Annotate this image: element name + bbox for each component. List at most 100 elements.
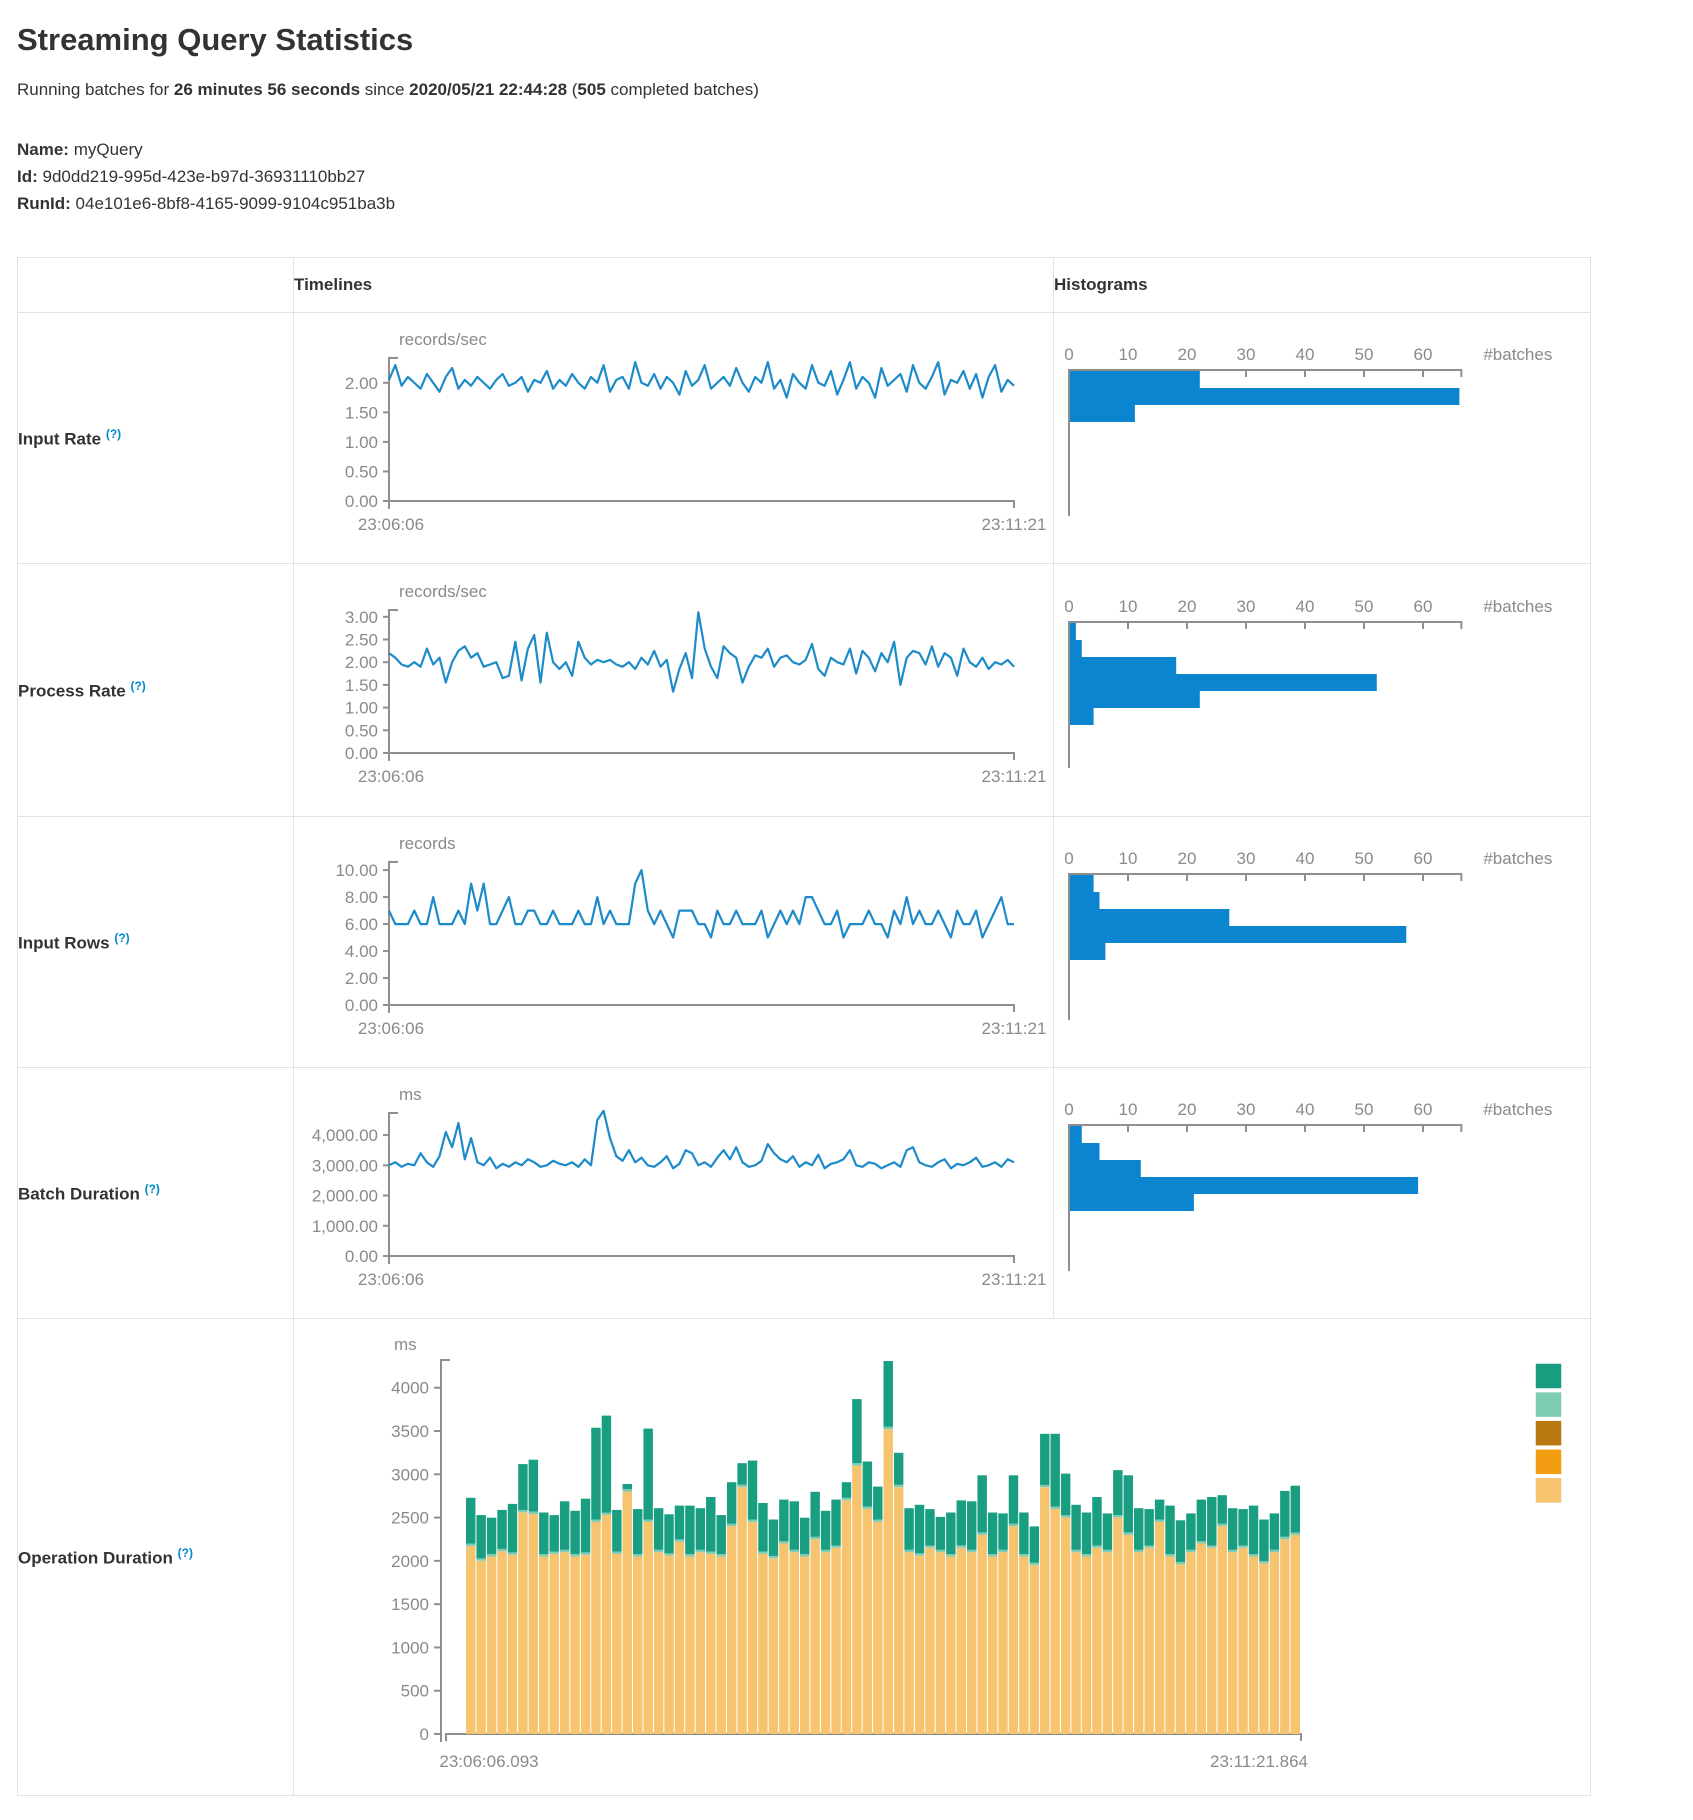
svg-text:30: 30 xyxy=(1237,849,1256,868)
svg-text:2.00: 2.00 xyxy=(345,374,378,393)
start-time: 2020/05/21 22:44:28 xyxy=(409,80,567,99)
svg-text:60: 60 xyxy=(1414,1100,1433,1119)
svg-text:0: 0 xyxy=(1064,1100,1073,1119)
svg-text:0.50: 0.50 xyxy=(345,462,378,481)
svg-text:records: records xyxy=(399,834,456,853)
query-id-label: Id: xyxy=(17,167,38,186)
svg-text:0.50: 0.50 xyxy=(345,721,378,740)
histograms-column-header: Histograms xyxy=(1054,258,1591,313)
since-text: since xyxy=(360,80,409,99)
svg-text:1000: 1000 xyxy=(391,1638,429,1657)
empty-header-cell xyxy=(18,258,294,313)
svg-text:ms: ms xyxy=(399,1085,422,1104)
svg-text:30: 30 xyxy=(1237,597,1256,616)
svg-text:23:06:06: 23:06:06 xyxy=(358,1019,424,1038)
operation-duration-label-cell: Operation Duration (?) xyxy=(18,1319,294,1796)
input-rows-label-cell: Input Rows (?) xyxy=(18,817,294,1068)
process-rate-row: Process Rate (?) records/sec0.000.501.00… xyxy=(18,564,1591,817)
svg-text:20: 20 xyxy=(1178,345,1197,364)
input-rate-label-cell: Input Rate (?) xyxy=(18,313,294,564)
statistics-table: Timelines Histograms Input Rate (?) reco… xyxy=(17,257,1591,1796)
svg-text:2500: 2500 xyxy=(391,1508,429,1527)
svg-text:23:11:21: 23:11:21 xyxy=(982,515,1047,534)
svg-text:50: 50 xyxy=(1355,345,1374,364)
svg-text:10: 10 xyxy=(1119,597,1138,616)
svg-text:3000: 3000 xyxy=(391,1465,429,1484)
svg-text:2000: 2000 xyxy=(391,1551,429,1570)
process-rate-timeline-chart: records/sec0.000.501.001.502.002.503.002… xyxy=(294,565,1053,815)
svg-text:0: 0 xyxy=(420,1725,429,1744)
streaming-query-statistics-page: Streaming Query Statistics Running batch… xyxy=(0,0,1693,1820)
batch-duration-row: Batch Duration (?) ms0.001,000.002,000.0… xyxy=(18,1068,1591,1319)
svg-text:#batches: #batches xyxy=(1483,1100,1552,1119)
svg-text:records/sec: records/sec xyxy=(399,582,487,601)
paren-open: ( xyxy=(567,80,577,99)
svg-text:40: 40 xyxy=(1296,345,1315,364)
svg-text:20: 20 xyxy=(1178,849,1197,868)
svg-text:3.00: 3.00 xyxy=(345,608,378,627)
operation-duration-help-icon[interactable]: (?) xyxy=(178,1546,193,1560)
input-rate-histogram-chart: 0102030405060#batches xyxy=(1054,313,1590,563)
svg-text:0.00: 0.00 xyxy=(345,996,378,1015)
query-name-line: Name: myQuery xyxy=(17,136,1693,163)
svg-text:50: 50 xyxy=(1355,597,1374,616)
svg-text:20: 20 xyxy=(1178,597,1197,616)
svg-text:1.50: 1.50 xyxy=(345,403,378,422)
query-runid-line: RunId: 04e101e6-8bf8-4165-9099-9104c951b… xyxy=(17,190,1693,217)
input-rows-row: Input Rows (?) records0.002.004.006.008.… xyxy=(18,817,1591,1068)
running-prefix: Running batches for xyxy=(17,80,174,99)
svg-text:#batches: #batches xyxy=(1483,597,1552,616)
process-rate-help-icon[interactable]: (?) xyxy=(130,679,145,693)
svg-text:60: 60 xyxy=(1414,345,1433,364)
input-rows-help-icon[interactable]: (?) xyxy=(114,931,129,945)
svg-text:0: 0 xyxy=(1064,345,1073,364)
svg-text:1500: 1500 xyxy=(391,1595,429,1614)
process-rate-histogram-chart: 0102030405060#batches xyxy=(1054,565,1590,815)
svg-text:4,000.00: 4,000.00 xyxy=(312,1126,378,1145)
svg-text:0.00: 0.00 xyxy=(345,744,378,763)
svg-text:40: 40 xyxy=(1296,597,1315,616)
svg-text:60: 60 xyxy=(1414,849,1433,868)
svg-text:0: 0 xyxy=(1064,597,1073,616)
input-rate-label: Input Rate xyxy=(18,429,101,448)
svg-text:10.00: 10.00 xyxy=(335,861,378,880)
svg-text:23:06:06.093: 23:06:06.093 xyxy=(439,1752,538,1771)
paren-close: completed batches) xyxy=(606,80,759,99)
query-name-label: Name: xyxy=(17,140,69,159)
svg-text:23:11:21.864: 23:11:21.864 xyxy=(1210,1752,1308,1771)
svg-text:4000: 4000 xyxy=(391,1378,429,1397)
svg-text:23:11:21: 23:11:21 xyxy=(982,1270,1047,1289)
svg-text:10: 10 xyxy=(1119,849,1138,868)
query-runid-value: 04e101e6-8bf8-4165-9099-9104c951ba3b xyxy=(71,194,395,213)
input-rate-help-icon[interactable]: (?) xyxy=(106,427,121,441)
svg-text:23:06:06: 23:06:06 xyxy=(358,515,424,534)
running-duration: 26 minutes 56 seconds xyxy=(174,80,360,99)
batch-duration-label-cell: Batch Duration (?) xyxy=(18,1068,294,1319)
svg-text:10: 10 xyxy=(1119,1100,1138,1119)
page-title: Streaming Query Statistics xyxy=(17,22,1693,58)
batch-duration-help-icon[interactable]: (?) xyxy=(145,1182,160,1196)
svg-text:2.50: 2.50 xyxy=(345,631,378,650)
query-id-line: Id: 9d0dd219-995d-423e-b97d-36931110bb27 xyxy=(17,163,1693,190)
svg-text:40: 40 xyxy=(1296,1100,1315,1119)
timelines-column-header: Timelines xyxy=(294,258,1054,313)
process-rate-label: Process Rate xyxy=(18,681,126,700)
svg-text:30: 30 xyxy=(1237,345,1256,364)
operation-duration-row: Operation Duration (?) ms050010001500200… xyxy=(18,1319,1591,1796)
svg-text:ms: ms xyxy=(394,1335,417,1354)
input-rate-row: Input Rate (?) records/sec0.000.501.001.… xyxy=(18,313,1591,564)
table-header-row: Timelines Histograms xyxy=(18,258,1591,313)
process-rate-label-cell: Process Rate (?) xyxy=(18,564,294,817)
svg-text:2,000.00: 2,000.00 xyxy=(312,1187,378,1206)
svg-text:2.00: 2.00 xyxy=(345,653,378,672)
running-batches-summary: Running batches for 26 minutes 56 second… xyxy=(17,80,1693,100)
svg-text:1.50: 1.50 xyxy=(345,676,378,695)
svg-text:30: 30 xyxy=(1237,1100,1256,1119)
batch-duration-histogram-chart: 0102030405060#batches xyxy=(1054,1068,1590,1318)
svg-text:20: 20 xyxy=(1178,1100,1197,1119)
svg-text:23:06:06: 23:06:06 xyxy=(358,1270,424,1289)
operation-duration-chart: ms0500100015002000250030003500400023:06:… xyxy=(294,1320,1590,1795)
svg-text:8.00: 8.00 xyxy=(345,888,378,907)
completed-batches-count: 505 xyxy=(577,80,605,99)
svg-text:3500: 3500 xyxy=(391,1421,429,1440)
